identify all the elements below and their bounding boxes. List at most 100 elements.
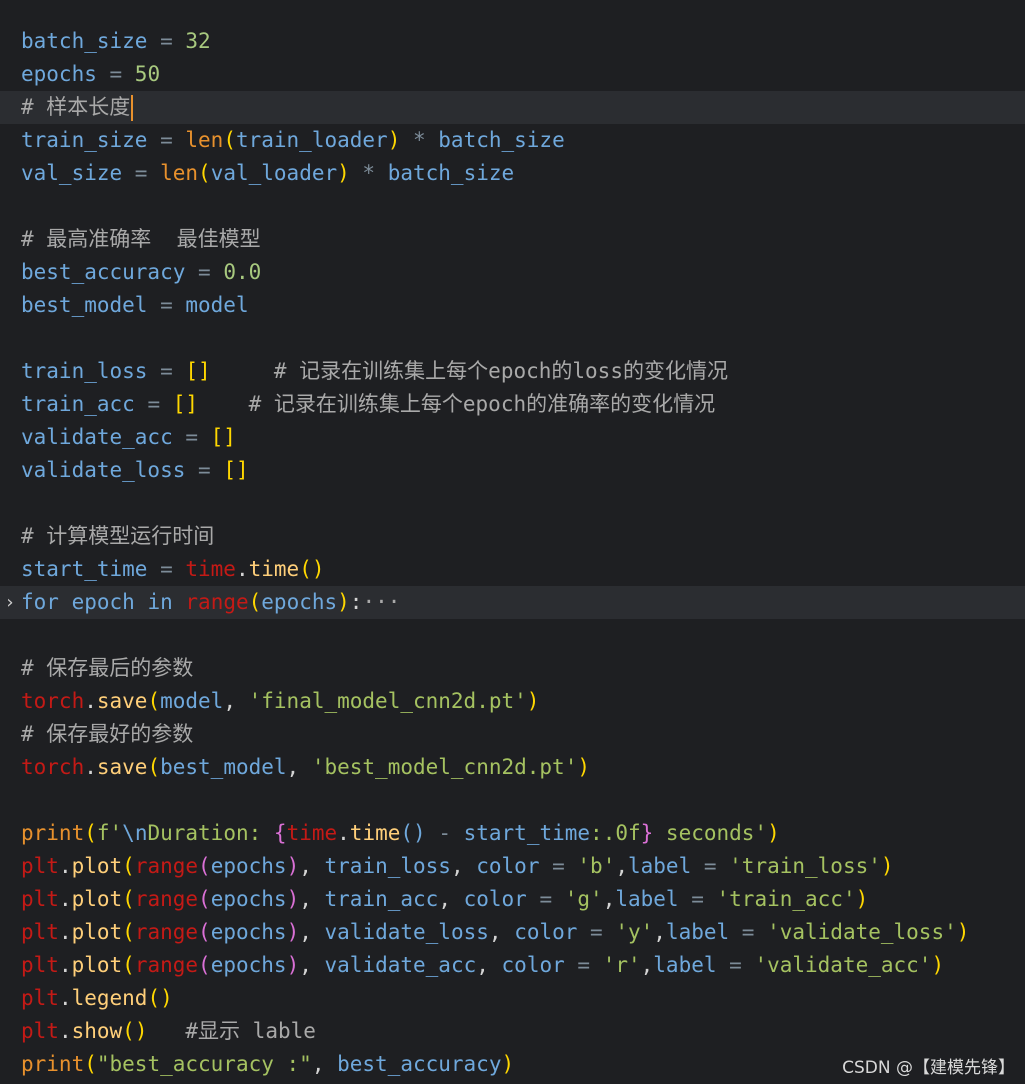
code-line[interactable]: # 保存最后的参数: [0, 652, 1025, 685]
code-token-variable: best_model: [21, 293, 148, 317]
code-line[interactable]: start_time = time.time(): [0, 553, 1025, 586]
code-token-paren_inner: {: [273, 821, 287, 845]
code-line[interactable]: val_size = len(val_loader) * batch_size: [0, 157, 1025, 190]
code-token-operator: =: [185, 260, 224, 284]
fold-chevron-icon[interactable]: ›: [2, 586, 18, 619]
code-line[interactable]: [0, 322, 1025, 355]
code-token-string: 'train_acc': [716, 887, 856, 911]
code-token-operator: =: [526, 887, 565, 911]
code-token-variable: model: [185, 293, 249, 317]
code-token-plain: ,: [653, 920, 666, 944]
code-line[interactable]: validate_acc = []: [0, 421, 1025, 454]
code-token-variable: train_size: [21, 128, 148, 152]
code-token-module: plt: [21, 854, 59, 878]
code-line[interactable]: [0, 784, 1025, 817]
code-token-variable: start_time: [21, 557, 148, 581]
code-token-plain: ,: [450, 854, 477, 878]
code-token-comment: # 样本长度: [21, 95, 131, 119]
code-token-bracket: (: [122, 920, 135, 944]
code-token-module: range: [134, 854, 199, 878]
code-token-variable: best_accuracy: [337, 1052, 502, 1076]
code-token-module: range: [185, 590, 249, 614]
code-token-variable: model: [160, 689, 224, 713]
code-token-bracket: ): [880, 854, 894, 878]
code-token-module: plt: [21, 986, 59, 1010]
code-line[interactable]: [0, 619, 1025, 652]
folded-code-line[interactable]: › for epoch in range(epochs):···: [0, 586, 1025, 619]
code-token-plain: .: [58, 953, 72, 977]
code-token-variable: best_model: [160, 755, 287, 779]
code-line[interactable]: train_acc = [] # 记录在训练集上每个epoch的准确率的变化情况: [0, 388, 1025, 421]
code-token-number: 50: [134, 62, 161, 86]
code-token-method: plot: [71, 854, 123, 878]
code-token-plain: ,: [299, 854, 325, 878]
code-token-operator: *: [349, 161, 388, 185]
csdn-watermark: CSDN @【建模先锋】: [842, 1058, 1015, 1078]
code-line[interactable]: plt.legend(): [0, 982, 1025, 1015]
code-line[interactable]: plt.plot(range(epochs), validate_loss, c…: [0, 916, 1025, 949]
code-token-module: torch: [21, 689, 85, 713]
code-token-paren_inner: ): [286, 854, 300, 878]
code-line[interactable]: best_model = model: [0, 289, 1025, 322]
code-line[interactable]: batch_size = 32: [0, 25, 1025, 58]
code-token-bracket: ): [387, 128, 401, 152]
code-token-comment: # 最高准确率 最佳模型: [21, 227, 261, 251]
code-token-variable: color: [463, 887, 527, 911]
code-line[interactable]: # 计算模型运行时间: [0, 520, 1025, 553]
code-token-module: time: [286, 821, 338, 845]
code-line[interactable]: torch.save(model, 'final_model_cnn2d.pt'…: [0, 685, 1025, 718]
code-token-builtin: print: [21, 821, 85, 845]
code-line[interactable]: print(f'\nDuration: {time.time() - start…: [0, 817, 1025, 850]
code-token-variable: validate_acc: [324, 953, 477, 977]
code-token-string: seconds': [653, 821, 768, 845]
code-token-method: plot: [71, 953, 123, 977]
code-line[interactable]: # 保存最好的参数: [0, 718, 1025, 751]
code-token-variable: batch_size: [438, 128, 565, 152]
code-line[interactable]: plt.plot(range(epochs), train_acc, color…: [0, 883, 1025, 916]
code-token-module: range: [134, 920, 199, 944]
code-token-comment: ···: [362, 590, 401, 614]
code-token-variable: color: [476, 854, 540, 878]
code-token-plain: .: [58, 887, 72, 911]
code-token-comment: # 保存最好的参数: [21, 722, 194, 746]
code-token-operator: =: [147, 128, 186, 152]
code-line[interactable]: [0, 487, 1025, 520]
code-token-operator: =: [577, 920, 616, 944]
code-line[interactable]: plt.plot(range(epochs), validate_acc, co…: [0, 949, 1025, 982]
code-token-plain: ,: [476, 953, 502, 977]
code-line[interactable]: plt.plot(range(epochs), train_loss, colo…: [0, 850, 1025, 883]
code-line[interactable]: torch.save(best_model, 'best_model_cnn2d…: [0, 751, 1025, 784]
code-token-variable: (): [400, 821, 426, 845]
code-token-bracket: (): [122, 1019, 148, 1043]
code-line[interactable]: train_size = len(train_loader) * batch_s…: [0, 124, 1025, 157]
code-line[interactable]: best_accuracy = 0.0: [0, 256, 1025, 289]
code-token-method: time: [248, 557, 300, 581]
code-token-plain: ,: [299, 887, 325, 911]
code-token-builtin: len: [160, 161, 199, 185]
code-line[interactable]: # 最高准确率 最佳模型: [0, 223, 1025, 256]
code-line[interactable]: # 样本长度: [0, 91, 1025, 124]
code-line[interactable]: plt.show() #显示 lable: [0, 1015, 1025, 1048]
code-token-method: plot: [71, 920, 123, 944]
code-token-comment: #显示 lable: [147, 1019, 316, 1043]
code-token-paren_inner: ): [286, 920, 300, 944]
code-token-string: 'final_model_cnn2d.pt': [248, 689, 527, 713]
code-token-operator: =: [729, 920, 768, 944]
code-line[interactable]: train_loss = [] # 记录在训练集上每个epoch的loss的变化…: [0, 355, 1025, 388]
code-token-number: 32: [185, 29, 211, 53]
code-token-plain: ,: [640, 953, 654, 977]
code-line[interactable]: validate_loss = []: [0, 454, 1025, 487]
code-token-bracket: (): [147, 986, 173, 1010]
code-token-plain: ,: [299, 953, 325, 977]
code-token-variable: start_time: [463, 821, 591, 845]
code-token-method: save: [96, 689, 148, 713]
code-token-bracket: (: [248, 590, 262, 614]
code-line[interactable]: [0, 190, 1025, 223]
code-token-operator: =: [172, 425, 211, 449]
code-token-bracket: (: [122, 854, 135, 878]
code-token-comment: # 记录在训练集上每个epoch的准确率的变化情况: [198, 392, 716, 416]
code-line[interactable]: epochs = 50: [0, 58, 1025, 91]
code-editor[interactable]: batch_size = 32 epochs = 50 # 样本长度 train_si…: [0, 25, 1025, 1081]
code-token-operator: =: [134, 392, 173, 416]
code-token-variable: val_size: [21, 161, 123, 185]
